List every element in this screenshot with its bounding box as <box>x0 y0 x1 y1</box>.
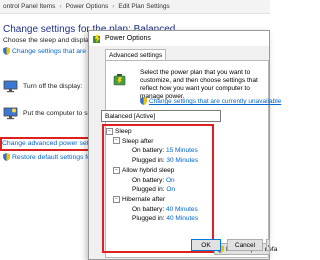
cancel-button[interactable]: Cancel <box>227 239 263 251</box>
chevron-right-icon: › <box>59 3 62 10</box>
power-plan-select[interactable]: Balanced [Active] <box>101 110 221 122</box>
tree-leaf-sleep-after-battery[interactable]: On battery: 15 Minutes <box>106 146 198 156</box>
breadcrumb-item[interactable]: ontrol Panel Items <box>3 3 55 10</box>
apply-button[interactable]: A <box>266 239 270 251</box>
breadcrumb-item[interactable]: Edit Plan Settings <box>118 3 169 10</box>
collapse-icon[interactable]: − <box>113 195 120 203</box>
dialog-title: Power Options <box>105 35 151 42</box>
sleep-monitor-icon <box>3 107 18 122</box>
chevron-right-icon: › <box>112 3 115 10</box>
sleep-after-plugged-value: 30 Minutes <box>166 157 199 165</box>
battery-plug-icon <box>111 71 128 90</box>
shield-icon <box>3 153 10 161</box>
tree-leaf-hibernate-plugged[interactable]: Plugged in: 40 Minutes <box>106 214 198 224</box>
tree-node-sleep[interactable]: − Sleep <box>106 127 198 137</box>
dialog-titlebar[interactable]: Power Options <box>89 31 269 46</box>
hibernate-battery-value: 40 Minutes <box>165 205 198 213</box>
tree-node-hybrid-sleep[interactable]: − Allow hybrid sleep <box>106 166 198 176</box>
tree-leaf-hybrid-battery[interactable]: On battery: On <box>106 176 198 186</box>
breadcrumb-item[interactable]: Power Options <box>66 3 109 10</box>
change-unavailable-link[interactable]: Change settings that are currently unava… <box>140 97 281 105</box>
monitor-icon <box>3 80 18 95</box>
sleep-after-battery-value: 15 Minutes <box>165 147 198 155</box>
tree-leaf-hybrid-plugged[interactable]: Plugged in: On <box>106 185 198 195</box>
tree-leaf-hibernate-battery[interactable]: On battery: 40 Minutes <box>106 205 198 215</box>
advanced-settings-panel: Select the power plan that you want to c… <box>101 60 281 258</box>
hybrid-plugged-value: On <box>166 186 176 194</box>
tree-leaf-sleep-after-plugged[interactable]: Plugged in: 30 Minutes <box>106 156 198 166</box>
shield-icon <box>140 97 147 105</box>
change-unavailable-label: Change settings that are currently unava… <box>149 97 282 105</box>
tree-node-hibernate[interactable]: − Hibernate after <box>106 195 198 205</box>
collapse-icon[interactable]: − <box>106 127 113 135</box>
tree-node-sleep-after[interactable]: − Sleep after <box>106 137 198 147</box>
hibernate-plugged-value: 40 Minutes <box>166 215 199 223</box>
power-plan-select-value: Balanced [Active] <box>105 113 156 120</box>
power-options-icon <box>93 34 100 43</box>
ok-button[interactable]: OK <box>191 239 221 251</box>
collapse-icon[interactable]: − <box>113 166 120 174</box>
hybrid-battery-value: On <box>165 176 175 184</box>
settings-tree[interactable]: − Sleep − Sleep after On battery: 15 Minut… <box>106 127 198 224</box>
collapse-icon[interactable]: − <box>113 137 120 145</box>
turn-off-display-label: Turn off the display: <box>23 83 83 90</box>
breadcrumb: ontrol Panel Items › Power Options › Edi… <box>0 0 270 14</box>
power-options-dialog: Power Options Advanced settings Select t… <box>88 30 281 260</box>
shield-icon <box>3 47 10 55</box>
